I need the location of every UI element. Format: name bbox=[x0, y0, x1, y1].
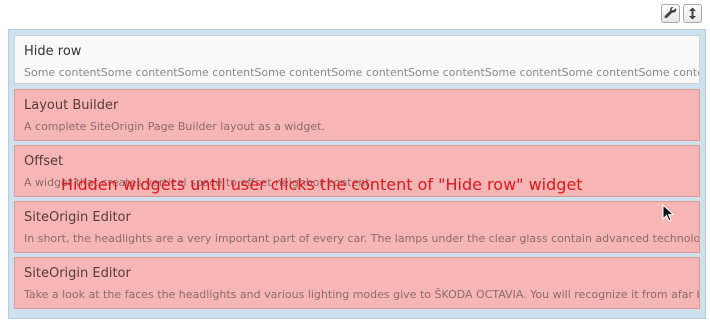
widget-title: Offset bbox=[24, 154, 64, 169]
wrench-icon bbox=[664, 7, 677, 19]
widget-description: Take a look at the faces the headlights … bbox=[24, 288, 700, 301]
settings-button[interactable] bbox=[661, 4, 680, 23]
resize-button[interactable] bbox=[683, 4, 702, 23]
widget-description[interactable]: Some contentSome contentSome contentSome… bbox=[24, 66, 699, 79]
widget-siteorigin-editor[interactable]: SiteOrigin Editor In short, the headligh… bbox=[14, 201, 700, 253]
widget-title: Layout Builder bbox=[24, 98, 119, 113]
widget-offset[interactable]: Offset A widget that creates vertical sp… bbox=[14, 145, 700, 197]
toolbar bbox=[661, 4, 702, 23]
mouse-cursor-icon bbox=[662, 204, 675, 222]
widget-description: A widget that creates vertical space to … bbox=[24, 176, 374, 189]
widget-siteorigin-editor[interactable]: SiteOrigin Editor Take a look at the fac… bbox=[14, 257, 700, 309]
builder-row: Hide row Some contentSome contentSome co… bbox=[8, 29, 706, 319]
widget-description: In short, the headlights are a very impo… bbox=[24, 232, 700, 245]
widget-title: SiteOrigin Editor bbox=[24, 266, 131, 281]
hidden-widgets-group: Layout Builder A complete SiteOrigin Pag… bbox=[9, 89, 707, 315]
widget-description: A complete SiteOrigin Page Builder layou… bbox=[24, 120, 325, 133]
resize-icon bbox=[689, 7, 696, 20]
widget-layout-builder[interactable]: Layout Builder A complete SiteOrigin Pag… bbox=[14, 89, 700, 141]
widget-title: Hide row bbox=[24, 44, 82, 59]
widget-title: SiteOrigin Editor bbox=[24, 210, 131, 225]
widget-hide-row[interactable]: Hide row Some contentSome contentSome co… bbox=[14, 35, 700, 84]
